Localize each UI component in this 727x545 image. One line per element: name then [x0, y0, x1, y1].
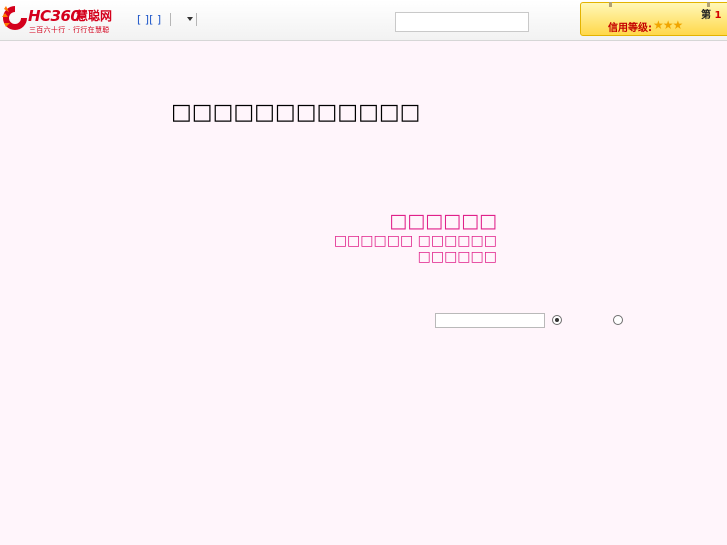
- radio-option-2[interactable]: [613, 315, 623, 325]
- notice-title: □□□□□□: [389, 210, 497, 232]
- search-input[interactable]: [434, 12, 529, 32]
- radio-option-1[interactable]: [552, 315, 562, 325]
- divider: [196, 13, 197, 26]
- rank-label: 第 1: [701, 6, 721, 21]
- keyword-input[interactable]: [435, 313, 545, 328]
- credit-label: 信用等级:: [608, 23, 652, 34]
- pin-icon: [609, 2, 612, 7]
- credit-badge: 信用等级: ★★★ 第 1: [580, 2, 727, 36]
- page-title: □□□□□□□□□□□□: [171, 100, 421, 125]
- rank-prefix: 第: [701, 10, 711, 21]
- logo-slogan: 三百六十行 · 行行在慧聪: [29, 26, 110, 34]
- hc360-logo[interactable]: HC360 慧聪网 三百六十行 · 行行在慧聪: [0, 3, 120, 37]
- divider: [170, 13, 171, 26]
- dropdown-arrow-icon[interactable]: [187, 17, 193, 21]
- credit-stars-icon: ★★★: [653, 18, 683, 32]
- logo-text: HC360: [28, 7, 81, 25]
- top-bar: HC360 慧聪网 三百六十行 · 行行在慧聪 [ ][ ] 信用等级: ★★★…: [0, 0, 727, 41]
- nav-link-2[interactable]: [ ]: [149, 13, 161, 26]
- logo-swirl-icon: [2, 6, 27, 30]
- rank-value: 1: [714, 10, 722, 21]
- notice-line-1: □□□□□□ □□□□□□: [333, 233, 497, 249]
- nav-links: [ ][ ]: [137, 13, 161, 26]
- logo-cn: 慧聪网: [76, 9, 113, 23]
- search-category-select[interactable]: [395, 12, 435, 32]
- nav-link-1[interactable]: [ ]: [137, 13, 149, 26]
- notice-line-2: □□□□□□: [417, 249, 497, 265]
